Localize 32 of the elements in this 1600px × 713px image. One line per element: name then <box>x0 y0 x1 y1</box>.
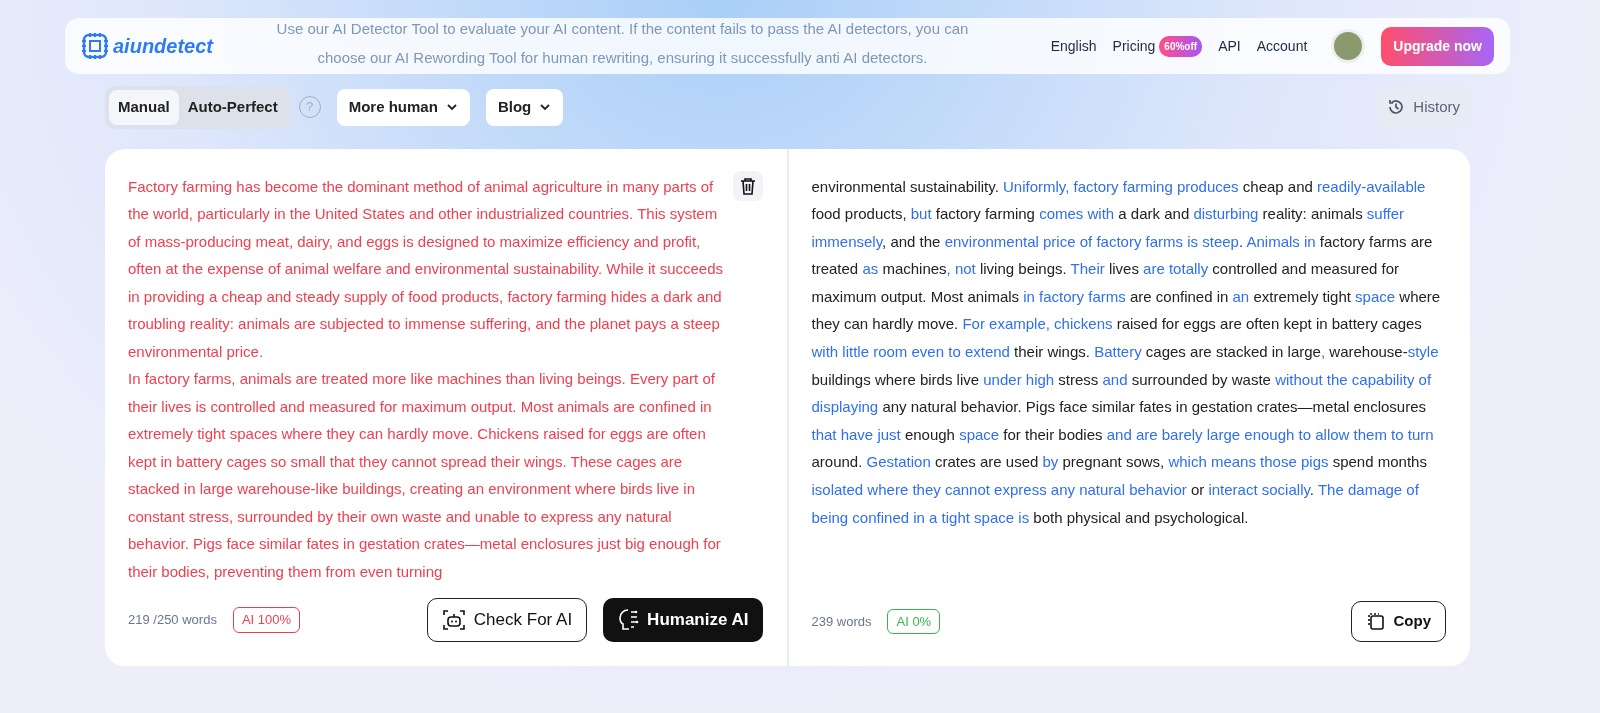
logo-text[interactable]: aiundetect <box>113 31 214 61</box>
word-count: 219 /250 words <box>128 611 217 629</box>
humanize-button[interactable]: Humanize AI <box>603 598 763 642</box>
mode-tab[interactable]: Manual <box>109 90 179 125</box>
output-text: environmental sustainability. Uniformly, factory farming produces cheap and readily-available food products, but factory farming comes with a dark and disturbing reality: animals suffer immensely, and the environmental price of factory farms is steep. Animals in factory farms are treated as machines, not living beings. Their lives are totally controlled and measured for maximum output. Most animals in factory farms are confined in an extremely tight space where they can hardly move. For example, chickens raised for eggs are often kept in battery cages with little room even to extend their wings. Battery cages are stacked in large, warehouse-style buildings where birds live under high stress and surrounded by waste without the capability of displaying any natural behavior. Pigs face similar fates in gestation crates—metal enclosures that have just enough space for their bodies and are barely large enough to allow them to turn around. Gestation crates are used by pregnant sows, which means those pigs spend months isolated where they cannot express any natural behavior or interact socially. The damage of being confined in a tight space is both physical and psychological. <box>811 176 1442 528</box>
dropdown-button[interactable]: Blog <box>485 89 564 126</box>
nav-link[interactable]: Pricing <box>1112 35 1156 57</box>
chevron-down-icon <box>445 103 458 112</box>
brain-circuit-icon <box>617 607 640 632</box>
delete-button[interactable] <box>732 170 763 201</box>
copy-button[interactable]: Copy <box>1350 601 1446 642</box>
avatar[interactable] <box>1331 29 1366 63</box>
history-button[interactable]: History <box>1377 89 1470 126</box>
upgrade-button[interactable]: Upgrade now <box>1381 26 1494 66</box>
tagline-text: Use our AI Detector Tool to evaluate your AI content. If the content fails to pass the AI detectors, you can choose our AI Rewording Tool for human rewriting, ensuring it successfully anti AI detectors. <box>275 19 970 68</box>
history-icon <box>1387 98 1406 117</box>
nav-link[interactable]: API <box>1218 35 1241 57</box>
nav-link[interactable]: Account <box>1256 35 1308 57</box>
copy-icon <box>1365 611 1386 632</box>
nav-link[interactable]: English <box>1050 35 1097 57</box>
dropdown-button[interactable]: More human <box>336 89 470 126</box>
check-for-ai-button[interactable]: Check For AI <box>426 598 588 642</box>
ai-score: AI 100% <box>232 607 301 633</box>
word-count: 239 words <box>811 612 872 631</box>
ai-score: AI 0% <box>887 608 941 634</box>
chevron-down-icon <box>539 103 552 112</box>
robot-scan-icon <box>441 607 466 632</box>
trash-icon <box>739 176 756 195</box>
input-text[interactable]: Factory farming has become the dominant method of animal agriculture in many parts of the world, particularly in the United States and other industrialized countries. This system of mass-producing meat, dairy, and eggs is designed to maximize efficiency and profit, often at the expense of animal welfare and environmental sustainability. While it succeeds in providing a cheap and steady supply of food products, factory farming hides a dark and troubling reality: animals are subjected to immense suffering, and the planet pays a steep environmental price. In factory farms, animals are treated more like machines than living beings. Every part of their lives is controlled and measured for maximum output. Most animals are confined in extremely tight spaces where they can hardly move. Chickens raised for eggs are often kept in battery cages so small that they cannot spread their wings. These cages are stacked in large warehouse-like buildings, creating an environment where birds live in constant stress, surrounded by their own waste and unable to express any natural behavior. Pigs face similar fates in gestation crates—metal enclosures just big enough for their bodies, preventing them from even turning <box>128 172 725 590</box>
discount-badge: 60%off <box>1159 35 1203 57</box>
mode-tab[interactable]: Auto-Perfect <box>178 90 287 125</box>
logo-icon <box>81 32 109 60</box>
